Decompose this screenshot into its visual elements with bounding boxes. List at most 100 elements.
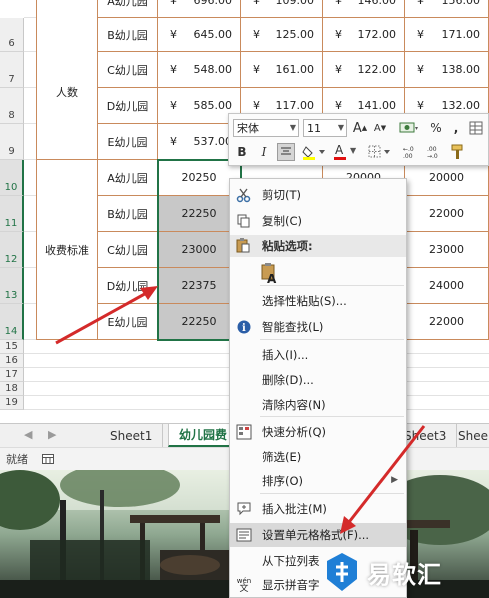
row-header[interactable]: 8 [0, 88, 24, 124]
kindergarten-name-cell[interactable]: C幼儿园 [98, 232, 158, 268]
kindergarten-name-cell[interactable]: B幼儿园 [98, 18, 158, 52]
svg-text:→.0: →.0 [427, 153, 438, 160]
menu-item-comment[interactable]: 插入批注(M) [230, 497, 406, 521]
value-cell[interactable]: 24000 [405, 268, 489, 304]
value-cell[interactable]: ¥696.00 [158, 0, 241, 18]
row-header[interactable]: 18 [0, 382, 24, 396]
currency-symbol: ¥ [170, 99, 177, 112]
row-header[interactable]: 19 [0, 396, 24, 410]
row-header[interactable]: 15 [0, 340, 24, 354]
percent-button[interactable]: % [427, 119, 445, 137]
grid-cell[interactable] [24, 124, 36, 160]
value-cell[interactable]: ¥125.00 [241, 18, 323, 52]
tab-next-icon[interactable]: ▶ [48, 428, 56, 441]
menu-item-label: 选择性粘贴(S)... [262, 294, 347, 308]
value-cell[interactable]: ¥122.00 [323, 52, 405, 88]
cell-value: 138.00 [441, 63, 481, 76]
kindergarten-name-cell[interactable]: D幼儿园 [98, 268, 158, 304]
borders-button[interactable] [367, 143, 393, 161]
align-center-button[interactable] [277, 143, 295, 161]
value-cell[interactable]: 23000 [405, 232, 489, 268]
grid-cell[interactable] [24, 88, 36, 124]
fill-color-button[interactable] [301, 143, 327, 161]
menu-item-item-6[interactable]: 插入(I)... [230, 343, 406, 367]
menu-item-item-8[interactable]: 清除内容(N) [230, 393, 406, 417]
group-label-people[interactable]: 人数 [36, 0, 98, 160]
menu-item-scissors[interactable]: 剪切(T) [230, 183, 406, 207]
submenu-arrow-icon: ▶ [391, 475, 398, 485]
kindergarten-name-cell[interactable]: A幼儿园 [98, 160, 158, 196]
kindergarten-name-cell[interactable]: A幼儿园 [98, 0, 158, 18]
grow-font-button[interactable]: A ▲ [351, 119, 369, 137]
comma-style-button[interactable]: , [447, 119, 465, 137]
menu-item-copy[interactable]: 复制(C) [230, 209, 406, 233]
table-format-icon[interactable] [467, 119, 485, 137]
grid-cell[interactable] [24, 196, 36, 232]
grid-cell[interactable] [24, 304, 36, 340]
row-header[interactable]: 16 [0, 354, 24, 368]
grid-cell[interactable] [24, 232, 36, 268]
font-name-select[interactable]: 宋体 ▼ [233, 119, 299, 137]
font-size-select[interactable]: 11 ▼ [303, 119, 347, 137]
tab-sheet1[interactable]: Sheet1 [100, 424, 164, 447]
value-cell[interactable]: 22000 [405, 304, 489, 340]
decrease-decimal-button[interactable]: .00 →.0 [425, 143, 443, 161]
row-header[interactable]: 12 [0, 232, 24, 268]
value-cell[interactable]: ¥138.00 [405, 52, 489, 88]
watermark-text: 易软汇 [367, 560, 442, 589]
accounting-format-button[interactable] [395, 119, 423, 137]
menu-item-item-10[interactable]: 筛选(E) [230, 445, 406, 469]
grid-cell[interactable] [24, 18, 36, 52]
italic-button[interactable]: I [255, 143, 273, 161]
row-header[interactable]: 11 [0, 196, 24, 232]
row-header[interactable]: 13 [0, 268, 24, 304]
value-cell[interactable]: ¥548.00 [158, 52, 241, 88]
menu-item-item-4[interactable]: 选择性粘贴(S)... [230, 289, 406, 313]
bold-button[interactable]: B [233, 143, 251, 161]
macro-record-icon[interactable] [42, 454, 54, 464]
kindergarten-name-cell[interactable]: E幼儿园 [98, 124, 158, 160]
increase-decimal-button[interactable]: ←.0.00 [401, 143, 419, 161]
menu-item-quick-analysis[interactable]: 快速分析(Q) [230, 420, 406, 444]
kindergarten-name-cell[interactable]: E幼儿园 [98, 304, 158, 340]
menu-item-smart-lookup[interactable]: i 智能查找(L) [230, 315, 406, 339]
font-color-button[interactable]: A ▼ [333, 143, 359, 161]
grid-cell[interactable] [24, 268, 36, 304]
menu-item-label: 筛选(E) [262, 450, 302, 464]
menu-item-label: 显示拼音字 [262, 578, 320, 592]
group-label-fee[interactable]: 收费标准 [36, 160, 98, 340]
menu-item-item-11[interactable]: 排序(O) ▶ [230, 469, 406, 493]
kindergarten-name-cell[interactable]: D幼儿园 [98, 88, 158, 124]
grid-cell[interactable] [24, 160, 36, 196]
row-header[interactable]: 6 [0, 18, 24, 52]
row-header[interactable]: 14 [0, 304, 24, 340]
cell-value: 171.00 [441, 28, 481, 41]
value-cell[interactable]: ¥171.00 [405, 18, 489, 52]
row-header[interactable]: 9 [0, 124, 24, 160]
tab-sheet4[interactable]: Shee [448, 424, 489, 447]
value-cell[interactable]: ¥109.00 [241, 0, 323, 18]
value-cell[interactable]: ¥161.00 [241, 52, 323, 88]
row-header[interactable]: 17 [0, 368, 24, 382]
value-cell[interactable]: ¥156.00 [405, 0, 489, 18]
currency-symbol: ¥ [335, 99, 342, 112]
value-cell[interactable]: ¥172.00 [323, 18, 405, 52]
currency-symbol: ¥ [335, 63, 342, 76]
value-cell[interactable]: ¥645.00 [158, 18, 241, 52]
value-cell[interactable]: ¥146.00 [323, 0, 405, 18]
row-header[interactable]: 10 [0, 160, 24, 196]
row-header[interactable]: 7 [0, 52, 24, 88]
value-cell[interactable]: 22000 [405, 196, 489, 232]
smart-lookup-icon: i [235, 318, 253, 336]
grid-cell[interactable] [24, 52, 36, 88]
tab-kindergarten-fees[interactable]: 幼儿园费 [168, 424, 239, 447]
tab-prev-icon[interactable]: ◀ [24, 428, 32, 441]
font-size-value: 11 [307, 121, 321, 135]
kindergarten-name-cell[interactable]: C幼儿园 [98, 52, 158, 88]
shrink-font-button[interactable]: A ▼ [371, 119, 389, 137]
menu-item-item-7[interactable]: 删除(D)... [230, 368, 406, 392]
format-painter-icon[interactable] [449, 143, 467, 161]
kindergarten-name-cell[interactable]: B幼儿园 [98, 196, 158, 232]
grid-cell[interactable] [24, 0, 36, 18]
menu-item-format-cells[interactable]: 设置单元格格式(F)... [230, 523, 406, 547]
